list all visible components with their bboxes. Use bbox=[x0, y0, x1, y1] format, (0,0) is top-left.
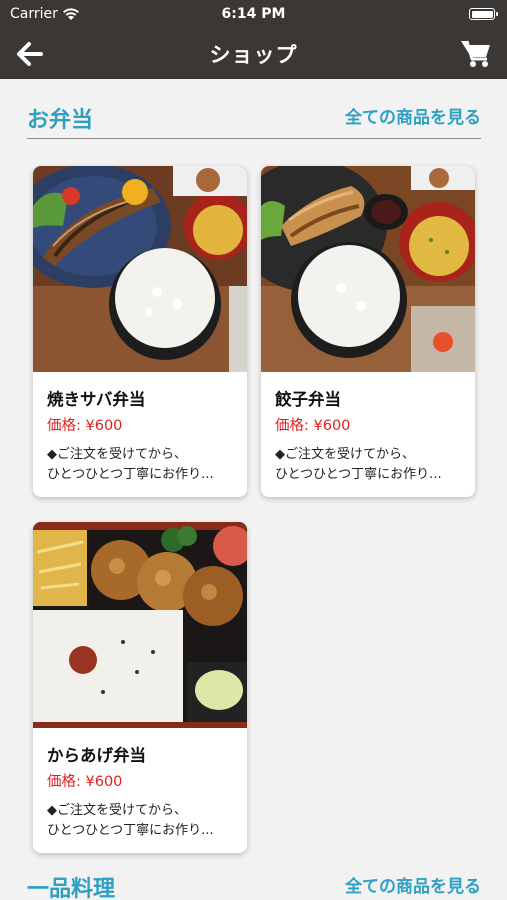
product-name: からあげ弁当 bbox=[47, 746, 146, 765]
see-all-link[interactable]: 全ての商品を見る bbox=[345, 103, 481, 128]
nav-bar: ショップ bbox=[0, 28, 507, 79]
product-card[interactable]: 餃子弁当 価格: ¥600 ◆ご注文を受けてから、 ひとつひとつ丁寧にお作り..… bbox=[261, 166, 475, 497]
section-header-ippin: 一品料理 全ての商品を見る bbox=[27, 872, 481, 900]
section-title: お弁当 bbox=[27, 108, 94, 133]
product-image bbox=[261, 166, 475, 372]
product-price: 価格: ¥600 bbox=[47, 418, 123, 434]
section-header-bento: お弁当 全ての商品を見る bbox=[27, 103, 481, 139]
product-image bbox=[33, 522, 247, 728]
product-price: 価格: ¥600 bbox=[47, 774, 123, 790]
battery-icon bbox=[469, 8, 498, 20]
status-bar: Carrier 6:14 PM bbox=[0, 0, 507, 28]
product-card[interactable]: 焼きサバ弁当 価格: ¥600 ◆ご注文を受けてから、 ひとつひとつ丁寧にお作り… bbox=[33, 166, 247, 497]
product-name: 焼きサバ弁当 bbox=[47, 390, 146, 409]
product-description: ◆ご注文を受けてから、 ひとつひとつ丁寧にお作り... bbox=[47, 803, 214, 838]
page-title: ショップ bbox=[209, 43, 298, 67]
product-image bbox=[33, 166, 247, 372]
cart-icon[interactable] bbox=[459, 37, 493, 69]
product-price: 価格: ¥600 bbox=[275, 418, 351, 434]
status-time: 6:14 PM bbox=[221, 6, 286, 22]
product-description: ◆ご注文を受けてから、 ひとつひとつ丁寧にお作り... bbox=[47, 447, 214, 482]
see-all-link[interactable]: 全ての商品を見る bbox=[345, 872, 481, 897]
product-name: 餃子弁当 bbox=[275, 390, 341, 409]
section-title: 一品料理 bbox=[27, 877, 116, 900]
product-description: ◆ご注文を受けてから、 ひとつひとつ丁寧にお作り... bbox=[275, 447, 442, 482]
product-card[interactable]: からあげ弁当 価格: ¥600 ◆ご注文を受けてから、 ひとつひとつ丁寧にお作り… bbox=[33, 522, 247, 853]
